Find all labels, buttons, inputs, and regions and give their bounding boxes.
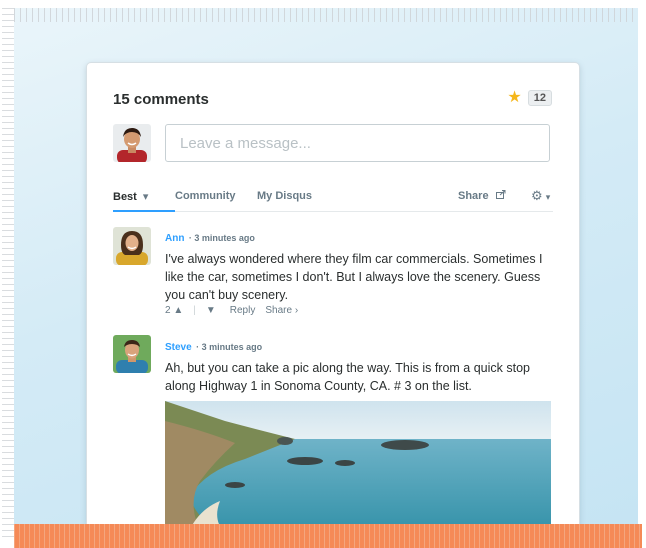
upvote-button[interactable]: 2 ▲: [165, 305, 183, 316]
active-tab-indicator: [113, 210, 175, 212]
message-input[interactable]: [178, 133, 537, 153]
commenter-avatar-steve[interactable]: [113, 335, 151, 373]
bottom-accent-bar: [14, 524, 642, 548]
comment-timestamp[interactable]: 3 minutes ago: [194, 233, 255, 243]
comment-timestamp[interactable]: 3 minutes ago: [202, 342, 263, 352]
star-count: 12: [527, 90, 552, 106]
chevron-right-icon: ›: [294, 305, 299, 316]
sort-tabs: Best ▾ Community My Disqus Share ⚙ ▾: [113, 187, 553, 212]
message-field[interactable]: [165, 124, 550, 162]
tab-best[interactable]: Best ▾: [113, 190, 148, 203]
comment-author[interactable]: Steve: [165, 342, 192, 353]
comment-body: Ah, but you can take a pic along the way…: [165, 361, 531, 393]
vote-count: 2: [165, 305, 171, 316]
downvote-icon[interactable]: ▼: [206, 305, 216, 316]
reply-button[interactable]: Reply: [230, 305, 256, 316]
tab-community[interactable]: Community: [175, 190, 236, 202]
chevron-down-icon: ▾: [545, 192, 551, 202]
left-ruler-decoration: [2, 8, 14, 538]
upvote-icon: ▲: [173, 305, 184, 316]
share-icon: [495, 190, 506, 202]
star-icon[interactable]: ★: [507, 90, 521, 106]
share-comment-label: Share: [265, 305, 293, 316]
gear-icon: ⚙: [531, 188, 543, 203]
comment-actions: 2 ▲ | ▼ Reply Share ›: [165, 305, 550, 316]
share-comment-button[interactable]: Share ›: [265, 305, 298, 316]
comments-widget: 15 comments ★ 12 Best ▾ Community My Dis…: [86, 62, 580, 534]
current-user-avatar: [113, 124, 151, 162]
comment-author[interactable]: Ann: [165, 233, 184, 244]
tab-best-label: Best: [113, 191, 137, 203]
comment-attached-photo[interactable]: [165, 401, 551, 533]
comment-count-title: 15 comments: [113, 91, 209, 108]
recommend-badge[interactable]: ★ 12: [507, 90, 552, 106]
vote-divider: |: [193, 305, 196, 316]
top-ruler-decoration: [14, 8, 638, 22]
commenter-avatar-ann[interactable]: [113, 227, 151, 265]
share-thread-button[interactable]: Share: [458, 190, 506, 202]
tab-my-disqus[interactable]: My Disqus: [257, 190, 312, 202]
comment-steve: Steve · 3 minutes ago Ah, but you can ta…: [165, 337, 550, 395]
settings-menu[interactable]: ⚙ ▾: [531, 188, 550, 204]
comment-body: I've always wondered where they film car…: [165, 252, 543, 302]
share-label: Share: [458, 190, 489, 202]
comment-ann: Ann · 3 minutes ago I've always wondered…: [165, 228, 550, 316]
chevron-down-icon: ▾: [142, 191, 149, 203]
